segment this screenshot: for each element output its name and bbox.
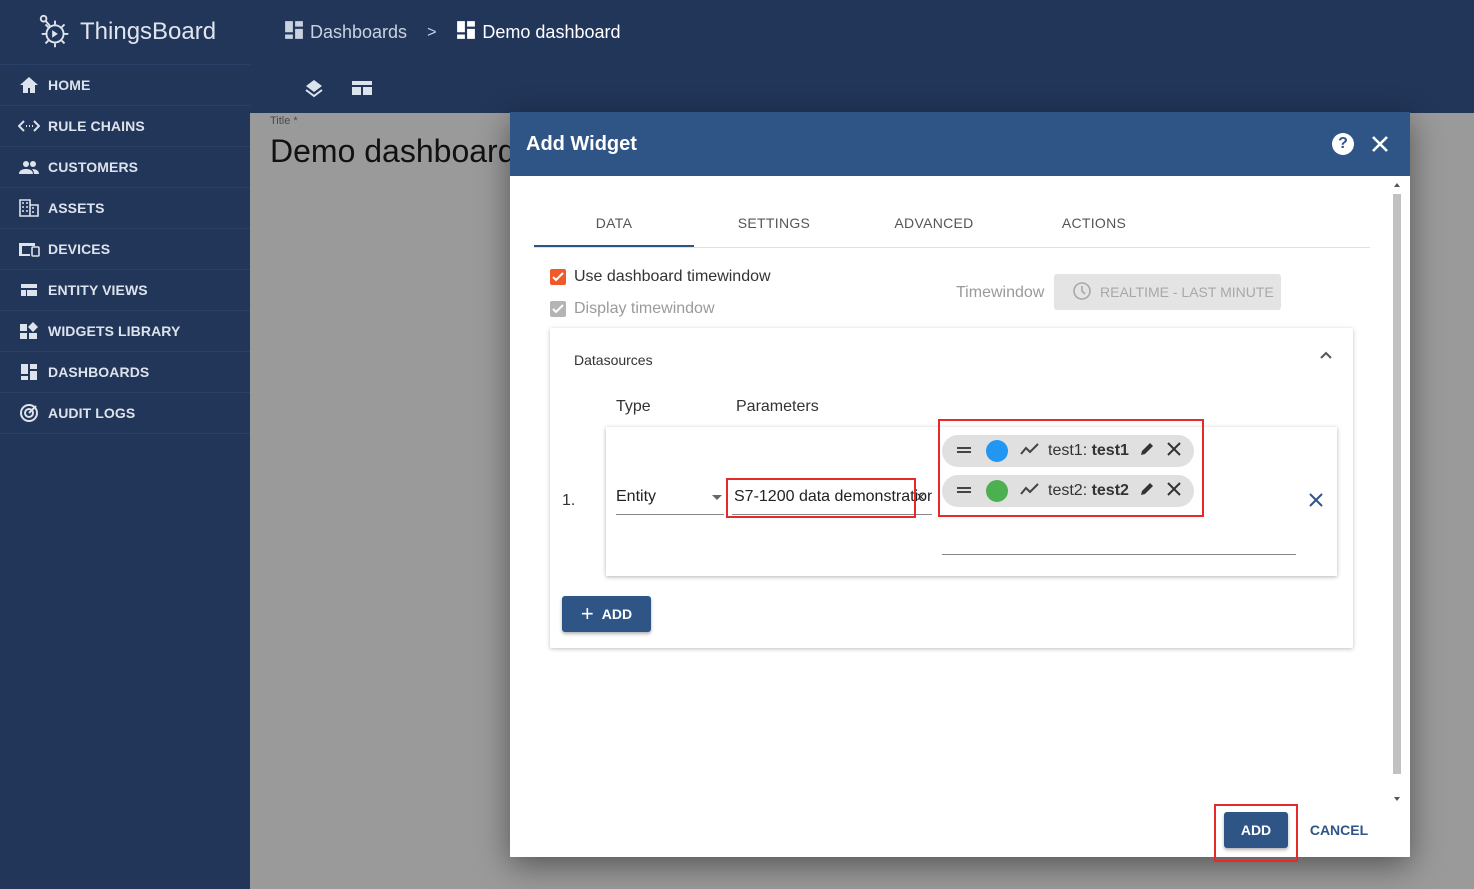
- cancel-button[interactable]: CANCEL: [1304, 812, 1374, 848]
- datasources-panel: Datasources Type Parameters 1. Entity S7…: [550, 328, 1353, 648]
- breadcrumb-current: Demo dashboard: [456, 20, 621, 45]
- tab-data[interactable]: DATA: [534, 204, 694, 247]
- dialog-header: Add Widget: [510, 112, 1410, 176]
- breadcrumb-separator: >: [427, 23, 437, 41]
- widgets-icon: [18, 321, 40, 341]
- column-parameters-header: Parameters: [736, 398, 819, 415]
- dashboard-icon: [456, 20, 476, 45]
- thingsboard-logo-icon: [39, 14, 69, 48]
- dialog-scrollbar[interactable]: [1390, 180, 1404, 804]
- datasource-row: Entity S7-1200 data demonstration × test…: [606, 419, 1337, 576]
- add-datasource-button[interactable]: + ADD: [562, 596, 651, 632]
- highlight-entity-box: [726, 478, 916, 518]
- add-widget-dialog: Add Widget ? DATA SETTINGS ADVANCED ACTI…: [510, 112, 1410, 862]
- app-name: ThingsBoard: [80, 18, 217, 45]
- dashboard-toolbar: [302, 76, 374, 100]
- chevron-up-icon[interactable]: [1319, 350, 1333, 360]
- breadcrumb-dashboards[interactable]: Dashboards: [284, 20, 407, 45]
- breadcrumb: Dashboards > Demo dashboard: [284, 20, 621, 45]
- timewindow-button: REALTIME - LAST MINUTE: [1054, 274, 1281, 310]
- help-icon[interactable]: ?: [1332, 133, 1354, 155]
- sidebar: ThingsBoard HOME RULE CHAINS CUSTOMERS A…: [0, 0, 250, 889]
- add-button[interactable]: ADD: [1224, 812, 1288, 848]
- sidebar-item-label: RULE CHAINS: [48, 118, 145, 134]
- home-icon: [18, 75, 40, 95]
- sidebar-item-label: DASHBOARDS: [48, 364, 150, 380]
- sidebar-item-audit-logs[interactable]: AUDIT LOGS: [0, 393, 250, 434]
- tab-settings[interactable]: SETTINGS: [694, 204, 854, 247]
- sidebar-item-widgets-library[interactable]: WIDGETS LIBRARY: [0, 311, 250, 352]
- layers-icon[interactable]: [302, 76, 326, 100]
- sidebar-item-entity-views[interactable]: ENTITY VIEWS: [0, 270, 250, 311]
- dashboard-icon: [18, 362, 40, 382]
- sidebar-item-label: WIDGETS LIBRARY: [48, 323, 181, 339]
- timewindow-label: Timewindow: [956, 284, 1045, 301]
- dialog-title: Add Widget: [526, 132, 637, 155]
- title-field-value[interactable]: Demo dashboard: [270, 133, 515, 170]
- column-type-header: Type: [616, 398, 651, 415]
- breadcrumb-dashboards-label: Dashboards: [310, 22, 408, 42]
- remove-datasource-icon[interactable]: [1307, 491, 1325, 514]
- scrollbar-thumb[interactable]: [1393, 194, 1401, 774]
- code-arrows-icon: [18, 116, 40, 136]
- highlight-keys-box: [938, 419, 1204, 517]
- track-changes-icon: [18, 403, 40, 423]
- view-grid-icon: [18, 280, 40, 300]
- sidebar-item-dashboards[interactable]: DASHBOARDS: [0, 352, 250, 393]
- tab-actions[interactable]: ACTIONS: [1014, 204, 1174, 247]
- checkbox-checked-icon[interactable]: [550, 269, 566, 285]
- checkbox-checked-icon: [550, 301, 566, 317]
- sidebar-item-label: CUSTOMERS: [48, 159, 139, 175]
- sidebar-item-devices[interactable]: DEVICES: [0, 229, 250, 270]
- datasource-type-value: Entity: [616, 488, 657, 505]
- top-bar: Dashboards > Demo dashboard: [250, 0, 1474, 113]
- sidebar-item-label: DEVICES: [48, 241, 111, 257]
- title-field-label: Title *: [270, 115, 298, 127]
- dialog-tabs: DATA SETTINGS ADVANCED ACTIONS: [534, 204, 1370, 248]
- sidebar-item-home[interactable]: HOME: [0, 65, 250, 106]
- dropdown-arrow-icon: [712, 495, 722, 500]
- sidebar-item-label: ENTITY VIEWS: [48, 282, 148, 298]
- checkbox-label: Display timewindow: [574, 300, 715, 317]
- sidebar-item-assets[interactable]: ASSETS: [0, 188, 250, 229]
- people-icon: [18, 157, 40, 177]
- sidebar-item-label: AUDIT LOGS: [48, 405, 136, 421]
- sidebar-item-label: ASSETS: [48, 200, 105, 216]
- sidebar-item-rule-chains[interactable]: RULE CHAINS: [0, 106, 250, 147]
- dashboard-icon: [284, 20, 304, 45]
- clock-icon: [1072, 281, 1092, 304]
- display-timewindow-checkbox: Display timewindow: [550, 300, 715, 318]
- checkbox-label: Use dashboard timewindow: [574, 268, 771, 285]
- plus-icon: +: [580, 601, 594, 626]
- timewindow-value: REALTIME - LAST MINUTE: [1100, 284, 1274, 300]
- datasource-type-select[interactable]: Entity: [616, 487, 724, 515]
- add-datasource-label: ADD: [601, 606, 633, 622]
- close-icon[interactable]: [1368, 132, 1392, 156]
- tab-advanced[interactable]: ADVANCED: [854, 204, 1014, 247]
- sidebar-item-label: HOME: [48, 77, 91, 93]
- clear-entity-icon[interactable]: ×: [916, 489, 925, 507]
- sidebar-item-customers[interactable]: CUSTOMERS: [0, 147, 250, 188]
- breadcrumb-current-label: Demo dashboard: [482, 22, 621, 42]
- datasource-row-index: 1.: [562, 492, 576, 509]
- datasources-title: Datasources: [574, 352, 653, 368]
- building-icon: [18, 198, 40, 218]
- entity-aliases-icon[interactable]: [350, 76, 374, 100]
- use-dashboard-timewindow-checkbox[interactable]: Use dashboard timewindow: [550, 268, 771, 286]
- devices-icon: [18, 239, 40, 259]
- app-logo[interactable]: ThingsBoard: [0, 0, 250, 65]
